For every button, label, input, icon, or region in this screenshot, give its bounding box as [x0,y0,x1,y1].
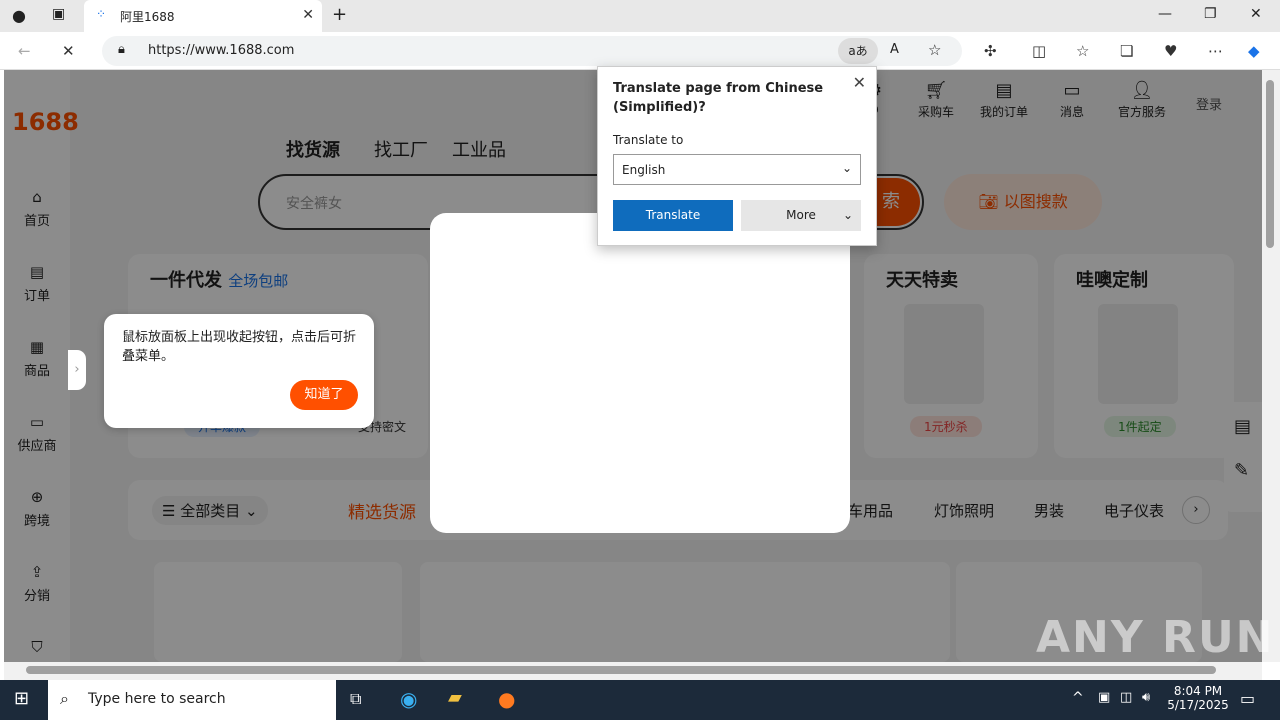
translate-heading: Translate page from Chinese (Simplified)… [613,81,824,115]
read-aloud-icon[interactable]: A [890,42,899,57]
chevron-down-icon: ⌄ [841,161,852,175]
firefox-icon[interactable]: ● [498,687,515,711]
windows-start-icon[interactable]: ⊞ [14,688,29,709]
chevron-right-icon[interactable]: › [68,350,86,390]
network-icon[interactable]: ▣ [1098,690,1110,705]
collections-icon[interactable]: ❏ [1120,42,1133,60]
extensions-icon[interactable]: ✣ [984,42,997,60]
performance-icon[interactable]: ♥ [1164,42,1177,60]
new-tab-icon[interactable]: + [332,4,347,25]
chevron-down-icon: ⌄ [842,208,853,222]
notification-icon[interactable]: ▭ [1240,689,1255,708]
browser-tab[interactable]: ⁘ 阿里1688 ✕ [84,0,322,32]
close-window-icon[interactable]: ✕ [1250,6,1262,22]
scroll-thumb[interactable] [1266,80,1274,248]
minimize-icon[interactable]: — [1158,6,1172,22]
got-it-button[interactable]: 知道了 [290,380,358,410]
vertical-scrollbar[interactable] [1262,70,1280,662]
title-bar: ● ▣ ⁘ 阿里1688 ✕ + — ❐ ✕ [0,0,1280,32]
translate-icon[interactable]: aあ [838,38,878,64]
back-icon[interactable]: ← [18,42,31,60]
task-view-icon[interactable]: ⧉ [350,689,361,709]
url-text: https://www.1688.com [148,43,295,58]
translate-popup: Translate page from Chinese (Simplified)… [597,66,877,246]
split-screen-icon[interactable]: ◫ [1032,42,1046,60]
more-menu-icon[interactable]: ⋯ [1208,42,1223,60]
copilot-icon[interactable]: ◆ [1248,42,1260,60]
popup-modal [430,213,850,533]
loading-icon: ⁘ [96,7,107,21]
tab-actions-icon[interactable]: ▣ [52,6,65,22]
search-icon: ⌕ [60,689,69,708]
tray-chevron-icon[interactable]: ^ [1072,690,1084,706]
address-bar: ← ✕ 🔒︎ https://www.1688.com aあ A ☆ ✣ ◫ ☆… [0,32,1280,70]
clock[interactable]: 8:04 PM 5/17/2025 [1166,684,1230,712]
language-select[interactable]: English ⌄ [613,154,861,185]
horizontal-scrollbar[interactable] [4,662,1262,680]
stop-icon[interactable]: ✕ [62,42,75,60]
taskbar-search-placeholder: Type here to search [88,691,226,707]
restore-icon[interactable]: ❐ [1204,6,1217,22]
wifi-icon[interactable]: ◫ [1120,690,1132,705]
watermark: ANY RUN [1036,612,1275,663]
favorite-star-icon[interactable]: ☆ [928,41,941,59]
taskbar: ⊞ ⌕ Type here to search ⧉ ◉ ▰ ● ^ ▣ ◫ 🔊︎… [0,680,1280,720]
tab-close-icon[interactable]: ✕ [302,7,314,23]
edge-icon[interactable]: ◉ [400,687,417,711]
taskbar-search-input[interactable]: ⌕ Type here to search [48,680,336,720]
url-field[interactable]: 🔒︎ https://www.1688.com aあ A ☆ [102,36,962,66]
tooltip-text: 鼠标放面板上出现收起按钮，点击后可折叠菜单。 [122,330,357,364]
volume-icon[interactable]: 🔊︎ [1142,690,1150,705]
profile-icon[interactable]: ● [12,6,26,25]
tab-title: 阿里1688 [120,10,175,24]
favorites-icon[interactable]: ☆ [1076,42,1089,60]
language-value: English [622,163,666,177]
scroll-thumb[interactable] [26,666,1216,674]
translate-close-icon[interactable]: ✕ [853,73,866,92]
translate-button[interactable]: Translate [613,200,733,231]
sidebar-tooltip: 鼠标放面板上出现收起按钮，点击后可折叠菜单。 知道了 [104,314,374,428]
lock-icon[interactable]: 🔒︎ [118,42,125,57]
translate-to-label: Translate to [613,133,684,147]
file-explorer-icon[interactable]: ▰ [448,687,462,708]
more-button[interactable]: More ⌄ [741,200,861,231]
